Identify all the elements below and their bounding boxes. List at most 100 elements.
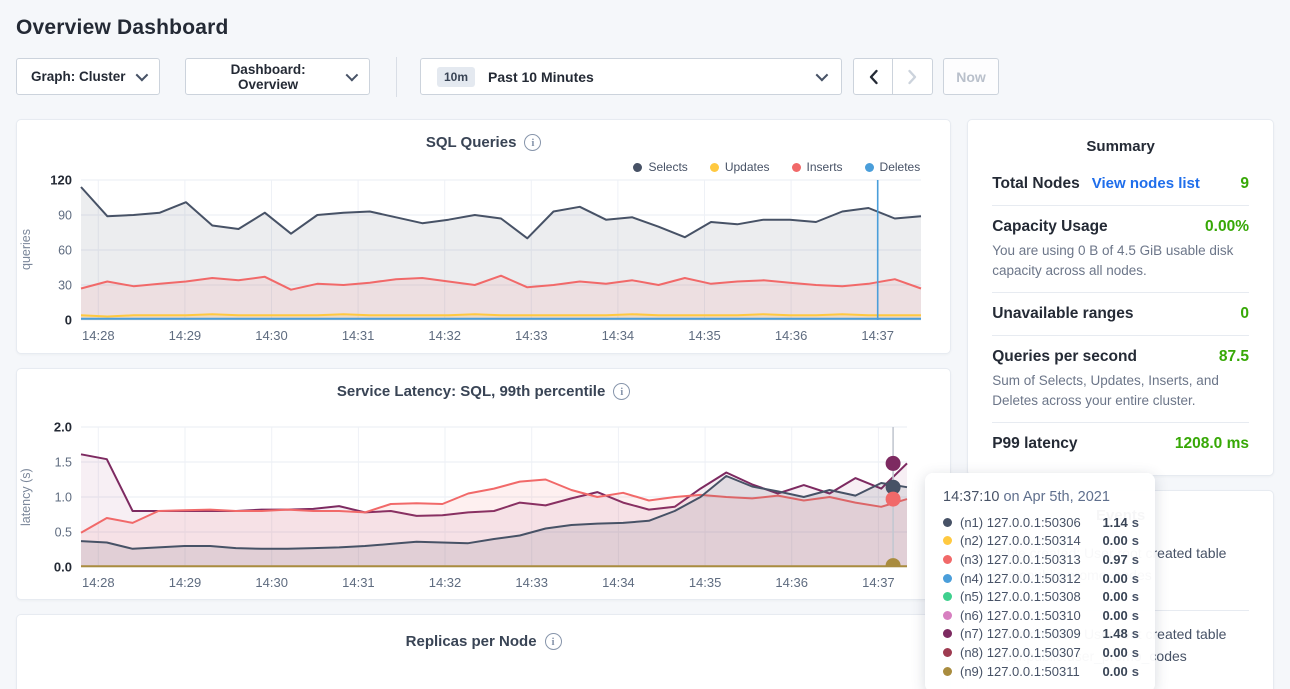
node-color-dot — [943, 592, 952, 601]
info-icon[interactable]: i — [545, 633, 562, 650]
node-address: (n4) 127.0.0.1:50312 — [960, 571, 1102, 586]
dashboard-selector-dropdown[interactable]: Dashboard: Overview — [185, 58, 370, 95]
svg-text:14:32: 14:32 — [429, 575, 462, 590]
legend-dot-updates — [710, 163, 719, 172]
tooltip-date: on Apr 5th, 2021 — [999, 489, 1109, 505]
legend-dot-inserts — [792, 163, 801, 172]
svg-text:14:28: 14:28 — [82, 575, 115, 590]
replicas-chart-title: Replicas per Node — [406, 633, 537, 650]
time-range-badge: 10m — [437, 67, 475, 87]
summary-row-unavailable-ranges: Unavailable ranges 0 — [992, 293, 1249, 336]
svg-text:120: 120 — [50, 173, 72, 188]
node-color-dot — [943, 611, 952, 620]
node-latency-value: 0.00 — [1102, 533, 1127, 548]
time-next-button[interactable] — [893, 58, 933, 95]
svg-text:14:29: 14:29 — [169, 328, 202, 343]
svg-text:14:34: 14:34 — [602, 575, 635, 590]
node-color-dot — [943, 536, 952, 545]
svg-text:30: 30 — [58, 279, 72, 293]
tooltip-row: (n3) 127.0.0.1:503130.97 s — [943, 550, 1139, 569]
summary-label: P99 latency — [992, 435, 1077, 453]
legend-dot-deletes — [865, 163, 874, 172]
summary-row-qps: Queries per second 87.5 Sum of Selects, … — [992, 336, 1249, 423]
chevron-down-icon — [816, 69, 829, 82]
summary-value: 87.5 — [1219, 348, 1249, 366]
toolbar-divider — [396, 57, 397, 97]
tooltip-row: (n4) 127.0.0.1:503120.00s — [943, 569, 1139, 588]
graph-selector-label: Graph: Cluster — [31, 69, 126, 84]
tooltip-row: (n2) 127.0.0.1:503140.00s — [943, 532, 1139, 551]
svg-text:14:31: 14:31 — [342, 575, 375, 590]
tooltip-row: (n7) 127.0.0.1:503091.48s — [943, 625, 1139, 644]
svg-text:14:30: 14:30 — [255, 328, 288, 343]
svg-text:14:35: 14:35 — [688, 328, 721, 343]
toolbar: Graph: Cluster Dashboard: Overview 10m P… — [16, 58, 1274, 95]
chevron-down-icon — [346, 69, 359, 82]
summary-row-total-nodes: Total Nodes View nodes list 9 — [992, 163, 1249, 206]
node-latency-value: 0.00 — [1102, 645, 1127, 660]
dashboard-selector-label: Dashboard: Overview — [200, 62, 336, 92]
summary-label: Total Nodes — [992, 175, 1080, 193]
graph-selector-dropdown[interactable]: Graph: Cluster — [16, 58, 160, 95]
svg-text:14:28: 14:28 — [82, 328, 115, 343]
svg-text:14:37: 14:37 — [862, 575, 895, 590]
svg-text:14:33: 14:33 — [515, 328, 548, 343]
node-latency-value: 1.14 — [1102, 515, 1127, 530]
node-latency-unit: s — [1132, 589, 1139, 604]
time-prev-button[interactable] — [853, 58, 893, 95]
view-nodes-link[interactable]: View nodes list — [1092, 175, 1200, 192]
info-icon[interactable]: i — [613, 383, 630, 400]
summary-label: Unavailable ranges — [992, 305, 1133, 323]
svg-text:14:37: 14:37 — [861, 328, 894, 343]
latency-chart-card: Service Latency: SQL, 99th percentile i … — [16, 368, 951, 600]
summary-value: 0.00% — [1205, 218, 1249, 236]
latency-plot[interactable]: 14:2814:2914:3014:3114:3214:3314:3414:35… — [17, 419, 959, 595]
time-pager — [853, 58, 933, 95]
node-latency-value: 0.97 — [1102, 552, 1127, 567]
svg-text:14:33: 14:33 — [515, 575, 548, 590]
node-address: (n5) 127.0.0.1:50308 — [960, 589, 1102, 604]
svg-text:14:31: 14:31 — [342, 328, 375, 343]
node-latency-unit: s — [1132, 515, 1139, 530]
summary-label: Capacity Usage — [992, 218, 1107, 236]
node-address: (n3) 127.0.0.1:50313 — [960, 552, 1102, 567]
svg-text:0.0: 0.0 — [54, 560, 72, 575]
node-color-dot — [943, 574, 952, 583]
svg-text:1.0: 1.0 — [55, 491, 72, 505]
node-latency-unit: s — [1132, 664, 1139, 679]
svg-text:90: 90 — [58, 209, 72, 223]
svg-text:14:36: 14:36 — [775, 575, 808, 590]
chevron-left-icon — [868, 69, 879, 85]
svg-text:14:34: 14:34 — [602, 328, 635, 343]
tooltip-row: (n1) 127.0.0.1:503061.14 s — [943, 513, 1139, 532]
node-address: (n7) 127.0.0.1:50309 — [960, 626, 1102, 641]
svg-text:14:29: 14:29 — [169, 575, 202, 590]
time-range-selector[interactable]: 10m Past 10 Minutes — [420, 58, 842, 95]
summary-value: 1208.0 ms — [1175, 435, 1249, 453]
now-button[interactable]: Now — [943, 58, 999, 95]
summary-title: Summary — [992, 120, 1249, 163]
node-latency-value: 0.00 — [1102, 608, 1127, 623]
info-icon[interactable]: i — [524, 134, 541, 151]
replicas-chart-card: Replicas per Node i — [16, 614, 951, 689]
node-latency-unit: s — [1132, 608, 1139, 623]
node-address: (n1) 127.0.0.1:50306 — [960, 515, 1102, 530]
page-title: Overview Dashboard — [0, 0, 1290, 54]
node-latency-value: 0.00 — [1102, 664, 1127, 679]
sql-queries-plot[interactable]: 14:2814:2914:3014:3114:3214:3314:3414:35… — [17, 172, 959, 348]
node-latency-unit: s — [1132, 645, 1139, 660]
node-latency-unit: s — [1132, 552, 1139, 567]
svg-text:0.5: 0.5 — [55, 526, 72, 540]
summary-value: 0 — [1240, 305, 1249, 323]
tooltip-timestamp: 14:37:10 on Apr 5th, 2021 — [943, 489, 1139, 505]
latency-chart-title: Service Latency: SQL, 99th percentile — [337, 383, 605, 400]
node-latency-unit: s — [1132, 533, 1139, 548]
chevron-down-icon — [136, 69, 149, 82]
chevron-right-icon — [907, 69, 918, 85]
node-color-dot — [943, 518, 952, 527]
svg-text:0: 0 — [65, 313, 72, 328]
tooltip-row: (n6) 127.0.0.1:503100.00s — [943, 606, 1139, 625]
node-color-dot — [943, 667, 952, 676]
node-latency-value: 0.00 — [1102, 589, 1127, 604]
node-latency-unit: s — [1132, 626, 1139, 641]
